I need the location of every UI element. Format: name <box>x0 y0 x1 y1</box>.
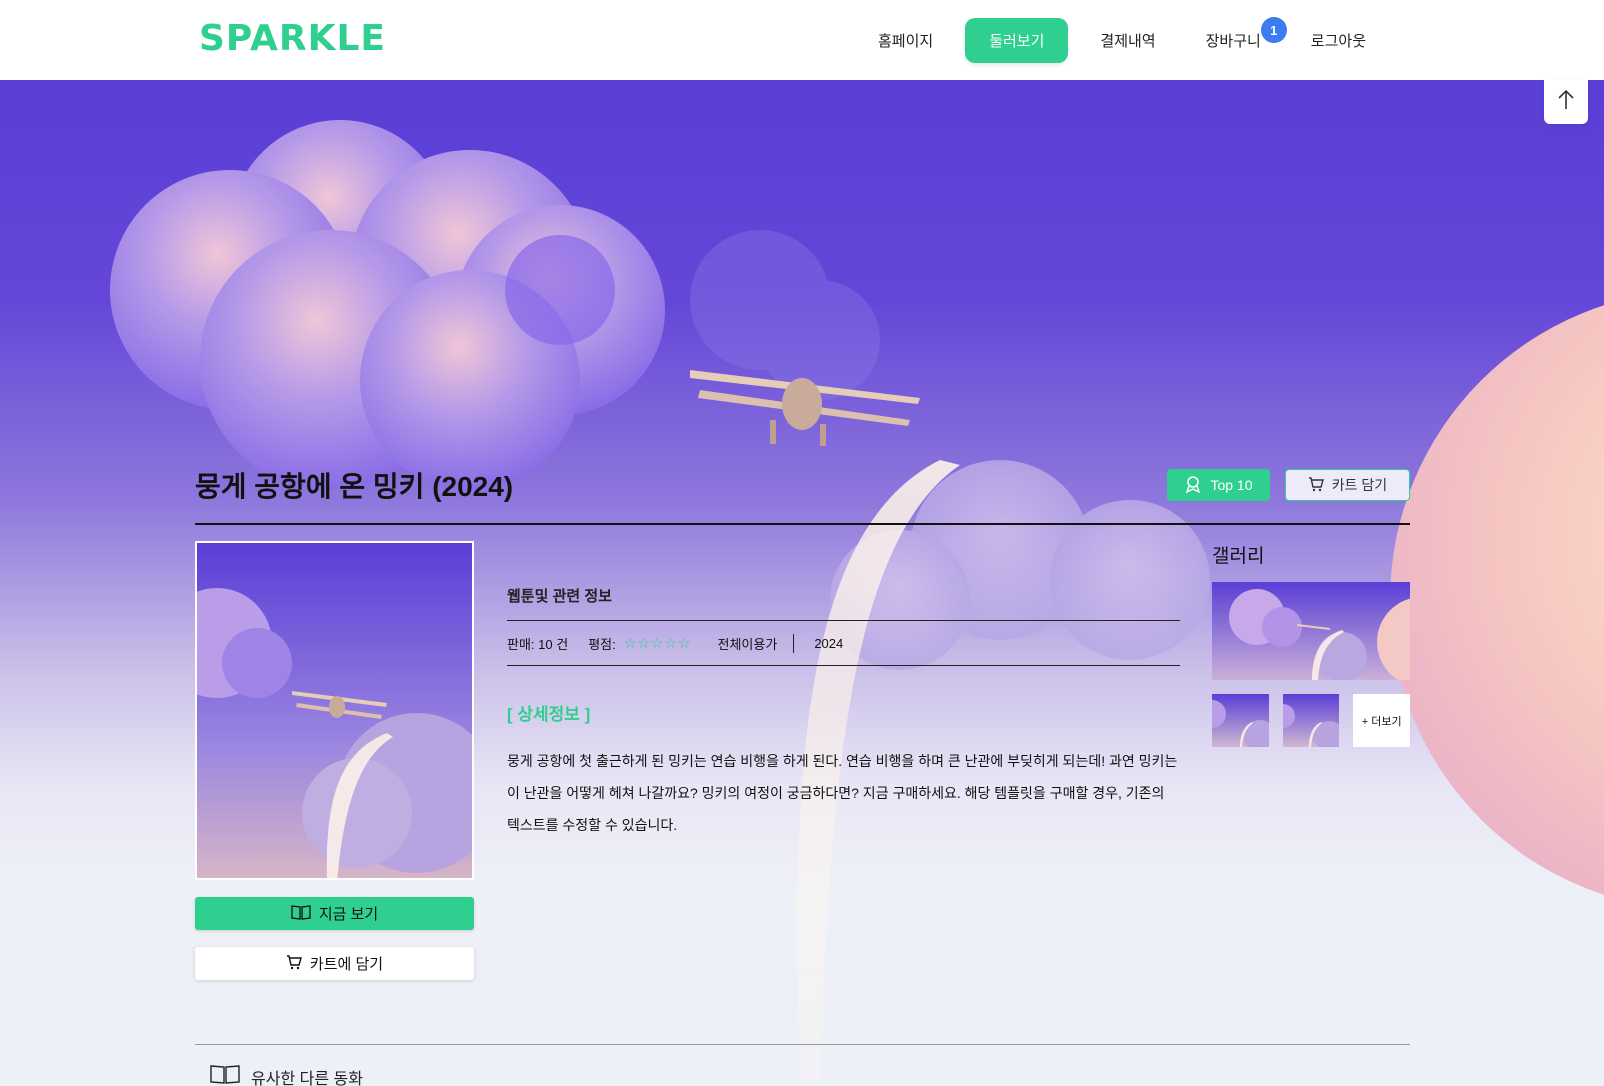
cover-image <box>195 541 474 880</box>
similar-label: 유사한 다른 동화 <box>251 1070 363 1086</box>
arrow-up-icon <box>1556 89 1576 116</box>
cart-top-label: 카트 담기 <box>1331 477 1388 493</box>
planet-shape <box>1390 305 1604 895</box>
meta-row: 판매: 10 건 평점: ☆☆☆☆☆ 전체이용가 2024 <box>507 621 1180 666</box>
gallery-thumb[interactable] <box>1212 694 1269 747</box>
gallery-main-image[interactable] <box>1212 582 1410 680</box>
detail-heading: [ 상세정보 ] <box>507 705 591 724</box>
similar-section: 유사한 다른 동화 <box>195 1044 1410 1086</box>
info-heading: 웹툰및 관련 정보 <box>507 585 1180 621</box>
book-icon <box>291 904 311 924</box>
watch-now-label: 지금 보기 <box>318 906 379 923</box>
product-description: 뭉게 공항에 첫 출근하게 된 밍키는 연습 비행을 하게 된다. 연습 비행을… <box>507 753 1178 833</box>
product-detail: 뭉게 공항에 온 밍키 (2024) Top 10 카트 담기 지금 보기 카트… <box>195 455 1411 980</box>
top-header: SPARKLE 홈페이지 둘러보기 결제내역 장바구니 1 로그아웃 <box>0 0 1604 80</box>
cart-icon <box>1308 476 1324 495</box>
cart-icon <box>286 954 302 974</box>
nav-payments[interactable]: 결제내역 <box>1082 19 1173 62</box>
gallery-thumbnails: + 더보기 <box>1212 694 1411 747</box>
product-info: 웹툰및 관련 정보 판매: 10 건 평점: ☆☆☆☆☆ 전체이용가 2024 … <box>507 585 1180 841</box>
rating-stars: ☆☆☆☆☆ <box>623 634 692 651</box>
logo[interactable]: SPARKLE <box>199 16 386 60</box>
cart-top-button[interactable]: 카트 담기 <box>1285 469 1410 501</box>
award-icon <box>1184 475 1202 496</box>
product-title: 뭉게 공항에 온 밍키 (2024) <box>195 471 514 502</box>
age-rating: 전체이용가 <box>718 633 795 653</box>
nav-logout[interactable]: 로그아웃 <box>1293 19 1384 62</box>
sold-count: 판매: 10 건 <box>507 636 569 652</box>
top10-button[interactable]: Top 10 <box>1167 469 1270 501</box>
logo-text: SPARKLE <box>199 17 387 59</box>
title-row: 뭉게 공항에 온 밍키 (2024) Top 10 카트 담기 <box>195 455 1410 525</box>
add-to-cart-button[interactable]: 카트에 담기 <box>195 947 474 980</box>
gallery-thumb[interactable] <box>1282 694 1340 747</box>
nav-cart-label: 장바구니 <box>1205 33 1261 50</box>
book-icon <box>209 1063 241 1086</box>
gallery-title: 갤러리 <box>1212 546 1265 567</box>
top10-label: Top 10 <box>1210 477 1253 493</box>
scroll-top-button[interactable] <box>1544 80 1588 124</box>
nav-browse[interactable]: 둘러보기 <box>965 18 1069 63</box>
cloud-large <box>110 120 665 490</box>
similar-heading: 유사한 다른 동화 <box>209 1063 363 1086</box>
release-year: 2024 <box>814 635 844 651</box>
rating-label: 평점: <box>588 636 616 652</box>
gallery: 갤러리 + 더보기 <box>1212 541 1411 747</box>
biplane <box>690 370 920 446</box>
gallery-more-button[interactable]: + 더보기 <box>1353 694 1411 747</box>
nav-home[interactable]: 홈페이지 <box>860 19 951 62</box>
main-nav: 홈페이지 둘러보기 결제내역 장바구니 1 로그아웃 <box>860 17 1384 63</box>
watch-now-button[interactable]: 지금 보기 <box>195 897 474 930</box>
cart-count-badge: 1 <box>1260 17 1287 43</box>
nav-cart[interactable]: 장바구니 1 <box>1188 17 1287 62</box>
add-to-cart-label: 카트에 담기 <box>309 956 384 973</box>
